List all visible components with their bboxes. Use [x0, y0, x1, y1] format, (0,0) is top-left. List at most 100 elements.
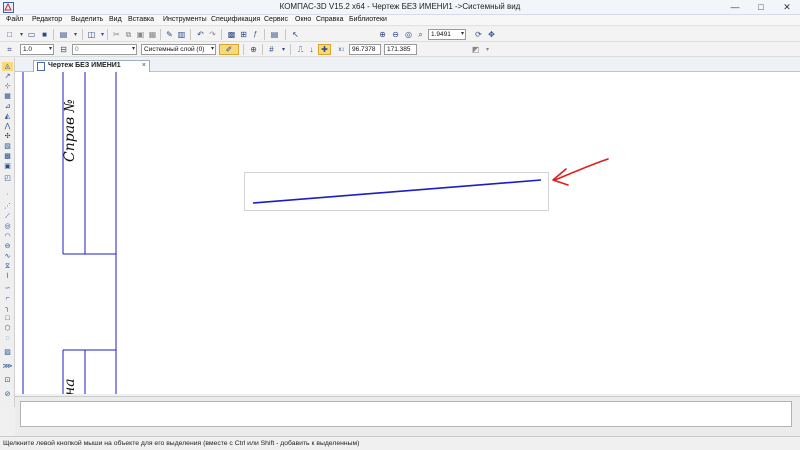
- undo-icon[interactable]: ↶: [195, 29, 206, 40]
- hatch-tool-icon[interactable]: ▨: [2, 348, 13, 357]
- insert-panel-icon[interactable]: ▣: [2, 162, 13, 171]
- ellipse-tool-icon[interactable]: ⊖: [2, 242, 13, 251]
- menu-file[interactable]: Файл: [6, 16, 23, 23]
- status-hint: Щелкните левой кнопкой мыши на объекте д…: [3, 440, 360, 447]
- print-icon[interactable]: ▤: [58, 29, 69, 40]
- spec-panel-icon[interactable]: ▧: [2, 142, 13, 151]
- polyline-tool-icon[interactable]: ⧖: [2, 262, 13, 271]
- zoom-out-icon[interactable]: ⊖: [390, 29, 401, 40]
- close-tab-icon[interactable]: ×: [142, 61, 146, 71]
- grid-icon[interactable]: #: [266, 44, 277, 55]
- cursor-y-field[interactable]: 171.385: [384, 44, 417, 55]
- document-tab-bar: Чертеж БЕЗ ИМЕНИ1 ×: [15, 58, 800, 72]
- nurbs-tool-icon[interactable]: ⌇: [2, 272, 13, 281]
- circle-tool-icon[interactable]: ◎: [2, 222, 13, 231]
- preview-icon[interactable]: ◫: [86, 29, 97, 40]
- arc-tool-icon[interactable]: ◠: [2, 232, 13, 241]
- function-icon[interactable]: ƒ: [250, 29, 261, 40]
- clipboard-icon[interactable]: ▦: [147, 29, 158, 40]
- menu-specification[interactable]: Спецификация: [211, 16, 260, 23]
- fillet-tool-icon[interactable]: ╮: [2, 304, 13, 313]
- associative-view-icon[interactable]: ✣: [2, 132, 13, 141]
- select-panel-icon[interactable]: ⋀: [2, 122, 13, 131]
- document-tab[interactable]: Чертеж БЕЗ ИМЕНИ1 ×: [33, 60, 150, 72]
- properties-area[interactable]: [20, 401, 792, 427]
- contour-tool-icon[interactable]: ◌: [2, 334, 13, 343]
- menu-edit[interactable]: Редактор: [32, 16, 62, 23]
- format-brush-icon[interactable]: ✎: [164, 29, 175, 40]
- dimensions-panel-icon[interactable]: ↗: [2, 72, 13, 81]
- menu-window[interactable]: Окно: [295, 16, 311, 23]
- state-icon[interactable]: ⊟: [58, 44, 69, 55]
- open-folder-icon[interactable]: ▭: [26, 29, 37, 40]
- drawing-canvas[interactable]: Справ № на: [15, 72, 800, 394]
- new-document-icon[interactable]: □: [4, 29, 15, 40]
- help-pointer-icon[interactable]: ↖: [290, 29, 301, 40]
- title-bar: КОМПАС-3D V15.2 x64 - Чертеж БЕЗ ИМЕНИ1 …: [0, 0, 800, 15]
- line-style-field[interactable]: 1.0 ▾: [20, 44, 54, 55]
- redo-icon[interactable]: ↷: [207, 29, 218, 40]
- edit-panel-icon[interactable]: ▦: [2, 92, 13, 101]
- point-tool-icon[interactable]: ·: [2, 190, 13, 199]
- measure-panel-icon[interactable]: ◭: [2, 112, 13, 121]
- minimize-button[interactable]: —: [722, 0, 748, 14]
- refresh-view-icon[interactable]: ⟳: [473, 29, 484, 40]
- layer-state-icon[interactable]: ✐: [219, 44, 239, 55]
- dropdown-arrow-icon[interactable]: ▾: [70, 29, 81, 40]
- stop-command-icon[interactable]: ⊘: [2, 390, 13, 399]
- close-button[interactable]: ✕: [774, 0, 800, 14]
- coordinate-system-icon[interactable]: ⌗: [4, 44, 15, 55]
- variables-icon[interactable]: ▥: [176, 29, 187, 40]
- snap-icon[interactable]: ⊕: [248, 44, 259, 55]
- spline-tool-icon[interactable]: ∿: [2, 252, 13, 261]
- zoom-level-field[interactable]: 1.9491 ▾: [428, 29, 466, 40]
- properties-icon[interactable]: ⊞: [238, 29, 249, 40]
- manager-icon[interactable]: ▩: [226, 29, 237, 40]
- filter-icon[interactable]: ◩: [470, 44, 481, 55]
- maximize-button[interactable]: □: [748, 0, 774, 14]
- pan-icon[interactable]: ✥: [486, 29, 497, 40]
- parametrization-panel-icon[interactable]: ⊿: [2, 102, 13, 111]
- drawn-segment[interactable]: [252, 179, 542, 204]
- cursor-coordinates-icon: x↕: [338, 46, 345, 53]
- dropdown-arrow-icon[interactable]: ▾: [482, 44, 493, 55]
- segment-tool-icon[interactable]: ⟋: [2, 212, 13, 221]
- menu-insert[interactable]: Вставка: [128, 16, 154, 23]
- cursor-x-field[interactable]: 96.7378: [349, 44, 381, 55]
- current-state-toolbar: ⌗ 1.0 ▾ ⊟ 0 ▾ Системный слой (0) ▾ ✐ ⊕ # ▾ …: [0, 42, 800, 57]
- ortho-icon[interactable]: ⎍: [295, 44, 306, 55]
- auxiliary-line-icon[interactable]: ⋰: [2, 202, 13, 211]
- paste-icon[interactable]: ▣: [135, 29, 146, 40]
- zoom-magnifier-icon[interactable]: ⌕: [415, 29, 426, 40]
- zoom-window-icon[interactable]: ◎: [403, 29, 414, 40]
- zoom-in-icon[interactable]: ⊕: [377, 29, 388, 40]
- menu-libraries[interactable]: Библиотеки: [349, 16, 387, 23]
- rectangle-tool-icon[interactable]: □: [2, 314, 13, 323]
- local-cs-icon[interactable]: ↓: [306, 44, 317, 55]
- macro-tool-icon[interactable]: ⊡: [2, 376, 13, 385]
- cut-icon[interactable]: ✂: [111, 29, 122, 40]
- snap-pointer-icon[interactable]: ✚: [318, 44, 331, 55]
- reports-panel-icon[interactable]: ▩: [2, 152, 13, 161]
- bezier-tool-icon[interactable]: ∽: [2, 284, 13, 293]
- polygon-tool-icon[interactable]: ⬡: [2, 324, 13, 333]
- save-icon[interactable]: ■: [39, 29, 50, 40]
- layer-number-field[interactable]: 0 ▾: [72, 44, 137, 55]
- geometry-panel-icon[interactable]: ◬: [2, 62, 13, 71]
- menu-view[interactable]: Вид: [109, 16, 122, 23]
- layer-select-field[interactable]: Системный слой (0) ▾: [141, 44, 216, 55]
- toolbar-separator: [160, 29, 161, 40]
- menu-help[interactable]: Справка: [316, 16, 343, 23]
- red-arrow-annotation: [554, 158, 609, 181]
- menu-tools[interactable]: Инструменты: [163, 16, 207, 23]
- library-manager-icon[interactable]: ▤: [269, 29, 280, 40]
- designations-panel-icon[interactable]: ⊹: [2, 82, 13, 91]
- chamfer-tool-icon[interactable]: ⌐: [2, 294, 13, 303]
- dropdown-arrow-icon[interactable]: ▾: [278, 44, 289, 55]
- menu-select[interactable]: Выделить: [71, 16, 103, 23]
- equidistant-tool-icon[interactable]: ⋙: [2, 362, 13, 371]
- menu-service[interactable]: Сервис: [264, 16, 288, 23]
- copy-icon[interactable]: ⧉: [123, 29, 134, 40]
- fragment-library-icon[interactable]: ◰: [2, 174, 13, 183]
- toolbar-separator: [82, 29, 83, 40]
